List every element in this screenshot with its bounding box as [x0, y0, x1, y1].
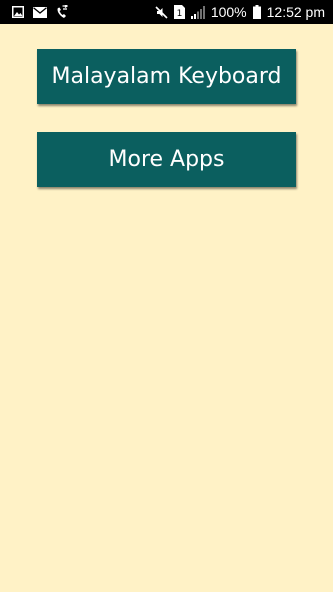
status-time: 12:52 pm — [266, 4, 325, 20]
signal-icon — [190, 5, 205, 19]
status-bar: 1 100% 12:52 pm — [0, 0, 333, 24]
status-right-icons: 1 100% 12:52 pm — [155, 0, 325, 24]
battery-percent: 100% — [210, 4, 247, 20]
status-left-icons — [12, 0, 68, 24]
sim-slot-number: 1 — [176, 9, 182, 19]
gallery-icon — [12, 6, 24, 18]
more-apps-button[interactable]: More Apps — [37, 132, 296, 187]
sim-icon: 1 — [173, 5, 185, 19]
email-icon — [33, 6, 47, 18]
call-forward-icon — [56, 5, 68, 19]
battery-icon — [252, 5, 261, 19]
malayalam-keyboard-button[interactable]: Malayalam Keyboard — [37, 49, 296, 104]
mute-icon — [155, 5, 168, 19]
